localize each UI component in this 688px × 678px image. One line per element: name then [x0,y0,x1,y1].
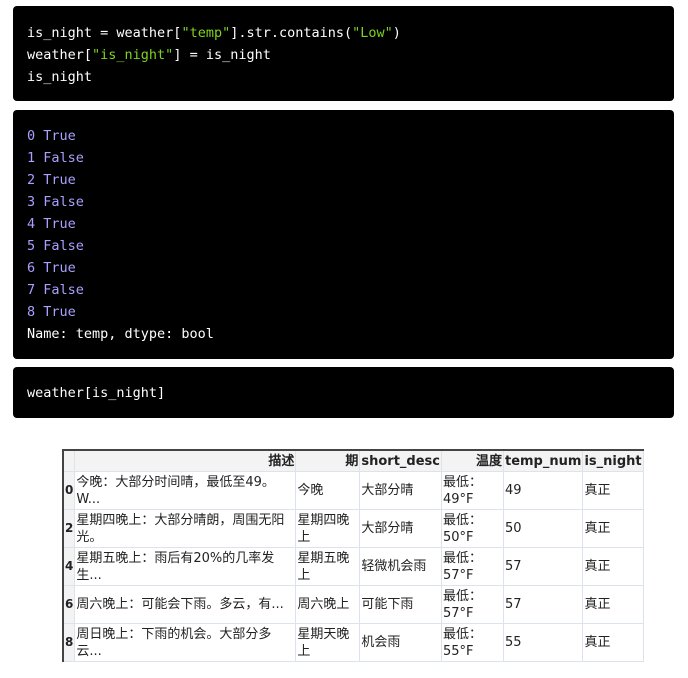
cell-temp-num: 49 [502,471,584,510]
code-cell-1[interactable]: is_night = weather["temp"].str.contains(… [13,6,674,101]
cell-desc: 星期五晚上：雨后有20%的几率发生... [74,547,297,586]
dataframe-table: 描述期 short_desc 温度 temp_num is_night 0 今晚：大部分时… [62,449,644,662]
cell-temp: 最低：57°F [440,585,504,624]
row-index: 4 [62,547,76,586]
cell-desc: 星期四晚上：大部分晴朗，周围无阳光。 [74,509,297,548]
code-cell-2[interactable]: weather[is_night] [13,367,674,418]
cell-temp: 最低：50°F [440,509,504,548]
cell-period: 星期五晚上 [295,547,361,586]
output-line: 3 False [27,194,84,210]
string-literal: "temp" [181,25,231,41]
string-literal: "is_night" [92,47,174,63]
output-line: 5 False [27,238,84,254]
row-index: 2 [62,509,76,548]
output-line: 8 True [27,304,76,320]
cell-temp: 最低：57°F [440,547,504,586]
row-index: 8 [62,623,76,662]
output-line: 2 True [27,172,76,188]
code-token: ] = is_night [173,47,271,63]
column-header: is_night [582,449,644,472]
cell-is-night: 真正 [582,509,644,548]
output-line: 0 True [27,128,76,144]
column-header: 温度 [440,449,504,472]
code-line: weather[is_night] [27,385,166,401]
column-header [62,449,76,472]
cell-temp-num: 50 [502,509,584,548]
cell-short-desc: 机会雨 [359,623,442,662]
table-row: 6 周六晚上：可能会下雨。多云，有... 周六晚上 可能下雨 最低：57°F 57 真正 [62,585,644,624]
cell-desc: 今晚：大部分时间晴，最低至49。W... [74,471,297,510]
cell-is-night: 真正 [582,547,644,586]
row-index: 6 [62,585,76,624]
cell-is-night: 真正 [582,585,644,624]
table-row: 4 星期五晚上：雨后有20%的几率发生... 星期五晚上 轻微机会雨 最低：57°F 57… [62,547,644,586]
cell-temp-num: 55 [502,623,584,662]
column-header: 描述 [74,449,297,472]
cell-period: 今晚 [295,471,361,510]
code-line: is_night [27,66,660,88]
cell-short-desc: 轻微机会雨 [359,547,442,586]
cell-short-desc: 大部分晴 [359,509,442,548]
row-index: 0 [62,471,76,510]
cell-is-night: 真正 [582,471,644,510]
column-header: temp_num [502,449,584,472]
code-line: weather["is_night"] = is_night [27,44,660,66]
output-cell-1: 0 True 1 False 2 True 3 False 4 True 5 False 6… [13,110,674,359]
table-row: 8 周日晚上：下雨的机会。大部分多云... 星期天晚上 机会雨 最低：55°F 55 真正 [62,623,644,662]
code-token: ) [392,25,401,41]
code-token: ].str.contains( [230,25,353,41]
cell-desc: 周日晚上：下雨的机会。大部分多云... [74,623,297,662]
column-header: 期 [295,449,361,472]
output-line: 4 True [27,216,76,232]
string-literal: "Low" [352,25,393,41]
cell-period: 星期天晚上 [295,623,361,662]
cell-short-desc: 大部分晴 [359,471,442,510]
code-line: is_night = weather["temp"].str.contains(… [27,22,660,44]
cell-temp: 最低：49°F [440,471,504,510]
cell-temp-num: 57 [502,547,584,586]
cell-desc: 周六晚上：可能会下雨。多云，有... [74,585,297,624]
cell-temp: 最低：55°F [440,623,504,662]
output-line: 1 False [27,150,84,166]
code-token: is_night = weather[ [27,25,182,41]
cell-period: 星期四晚上 [295,509,361,548]
output-footer: Name: temp, dtype: bool [27,326,214,342]
code-token: weather[ [27,47,93,63]
output-line: 6 True [27,260,76,276]
table-row: 0 今晚：大部分时间晴，最低至49。W... 今晚 大部分晴 最低：49°F 49 真正 [62,471,644,510]
table-row: 2 星期四晚上：大部分晴朗，周围无阳光。 星期四晚上 大部分晴 最低：50°F 50 真正 [62,509,644,548]
code-token: is_night [27,69,93,85]
cell-period: 周六晚上 [295,585,361,624]
output-line: 7 False [27,282,84,298]
cell-is-night: 真正 [582,623,644,662]
cell-temp-num: 57 [502,585,584,624]
column-header: short_desc [359,449,442,472]
cell-short-desc: 可能下雨 [359,585,442,624]
